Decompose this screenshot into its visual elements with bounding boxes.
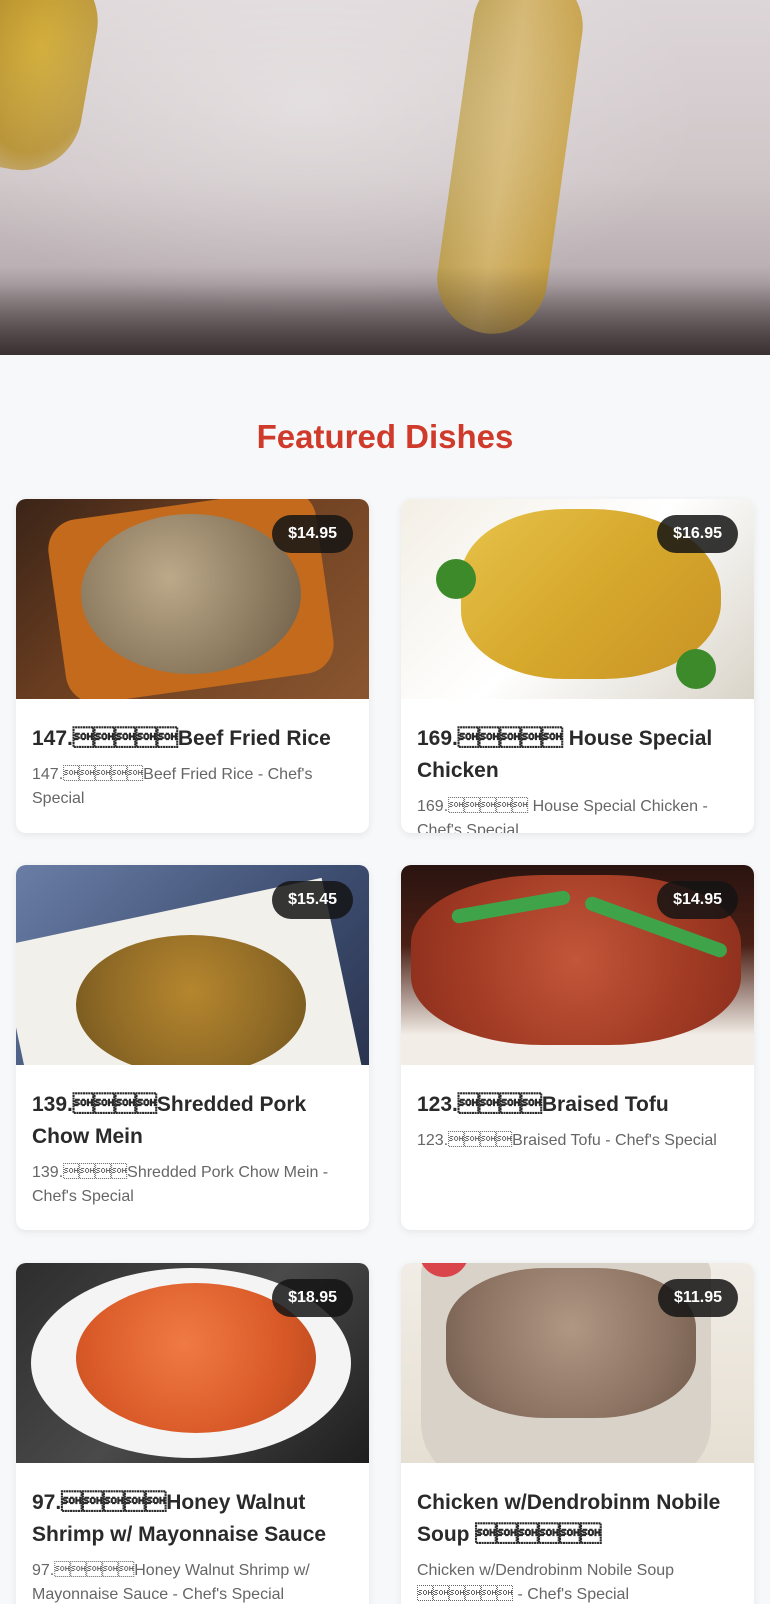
dish-card-braised-tofu[interactable]: $14.95 123.Braised Tofu 123.Brai… — [401, 865, 754, 1230]
dish-image: $16.95 — [401, 499, 754, 699]
dish-name[interactable]: 139.Shredded Pork Chow Mein — [32, 1089, 353, 1153]
dish-card-house-special-chicken[interactable]: $16.95 169. House Special Chicken 1… — [401, 499, 754, 833]
price-badge: $16.95 — [657, 515, 738, 553]
dish-description: 147.Beef Fried Rice - Chef's Specia… — [32, 766, 313, 807]
dish-description: 139.Shredded Pork Chow Mein - Chef's… — [32, 1164, 329, 1205]
dish-food — [76, 935, 306, 1065]
dish-image: $14.95 — [16, 499, 369, 699]
dish-description: 169. House Special Chicken - Chef's… — [417, 798, 708, 833]
section-title: Featured Dishes — [256, 418, 514, 455]
dish-card-shredded-pork-chow-mein[interactable]: $15.45 139.Shredded Pork Chow Mein 1… — [16, 865, 369, 1230]
dish-card-beef-fried-rice[interactable]: $14.95 147.Beef Fried Rice 147.… — [16, 499, 369, 833]
dish-image: $18.95 — [16, 1263, 369, 1463]
dish-card-honey-walnut-shrimp[interactable]: $18.95 97.Honey Walnut Shrimp w/ Ma… — [16, 1263, 369, 1604]
dish-name[interactable]: 123.Braised Tofu — [417, 1089, 738, 1121]
dish-food — [81, 514, 301, 674]
dish-card-dendrobinm-soup[interactable]: $11.95 Chicken w/Dendrobinm Nobile Soup … — [401, 1263, 754, 1604]
dish-description: Chicken w/Dendrobinm Nobile Soup  … — [417, 1562, 675, 1603]
price-badge: $18.95 — [272, 1279, 353, 1317]
dish-name[interactable]: Chicken w/Dendrobinm Nobile Soup  — [417, 1487, 738, 1551]
hero-shadow — [0, 0, 770, 355]
price-badge: $11.95 — [657, 1279, 738, 1317]
dish-name[interactable]: 169. House Special Chicken — [417, 723, 738, 787]
hero-image — [0, 0, 770, 355]
dish-description: 97.Honey Walnut Shrimp w/ Mayonnais… — [32, 1562, 310, 1603]
dish-description: 123.Braised Tofu - Chef's Special — [417, 1132, 717, 1149]
price-badge: $14.95 — [657, 881, 738, 919]
dish-image: $14.95 — [401, 865, 754, 1065]
price-badge: $15.45 — [272, 881, 353, 919]
herb-garnish — [436, 559, 476, 599]
herb-garnish — [676, 649, 716, 689]
dish-name[interactable]: 97.Honey Walnut Shrimp w/ Mayonnais… — [32, 1487, 353, 1551]
dish-image: $11.95 — [401, 1263, 754, 1463]
price-badge: $14.95 — [272, 515, 353, 553]
dish-name[interactable]: 147.Beef Fried Rice — [32, 723, 353, 755]
dish-image: $15.45 — [16, 865, 369, 1065]
